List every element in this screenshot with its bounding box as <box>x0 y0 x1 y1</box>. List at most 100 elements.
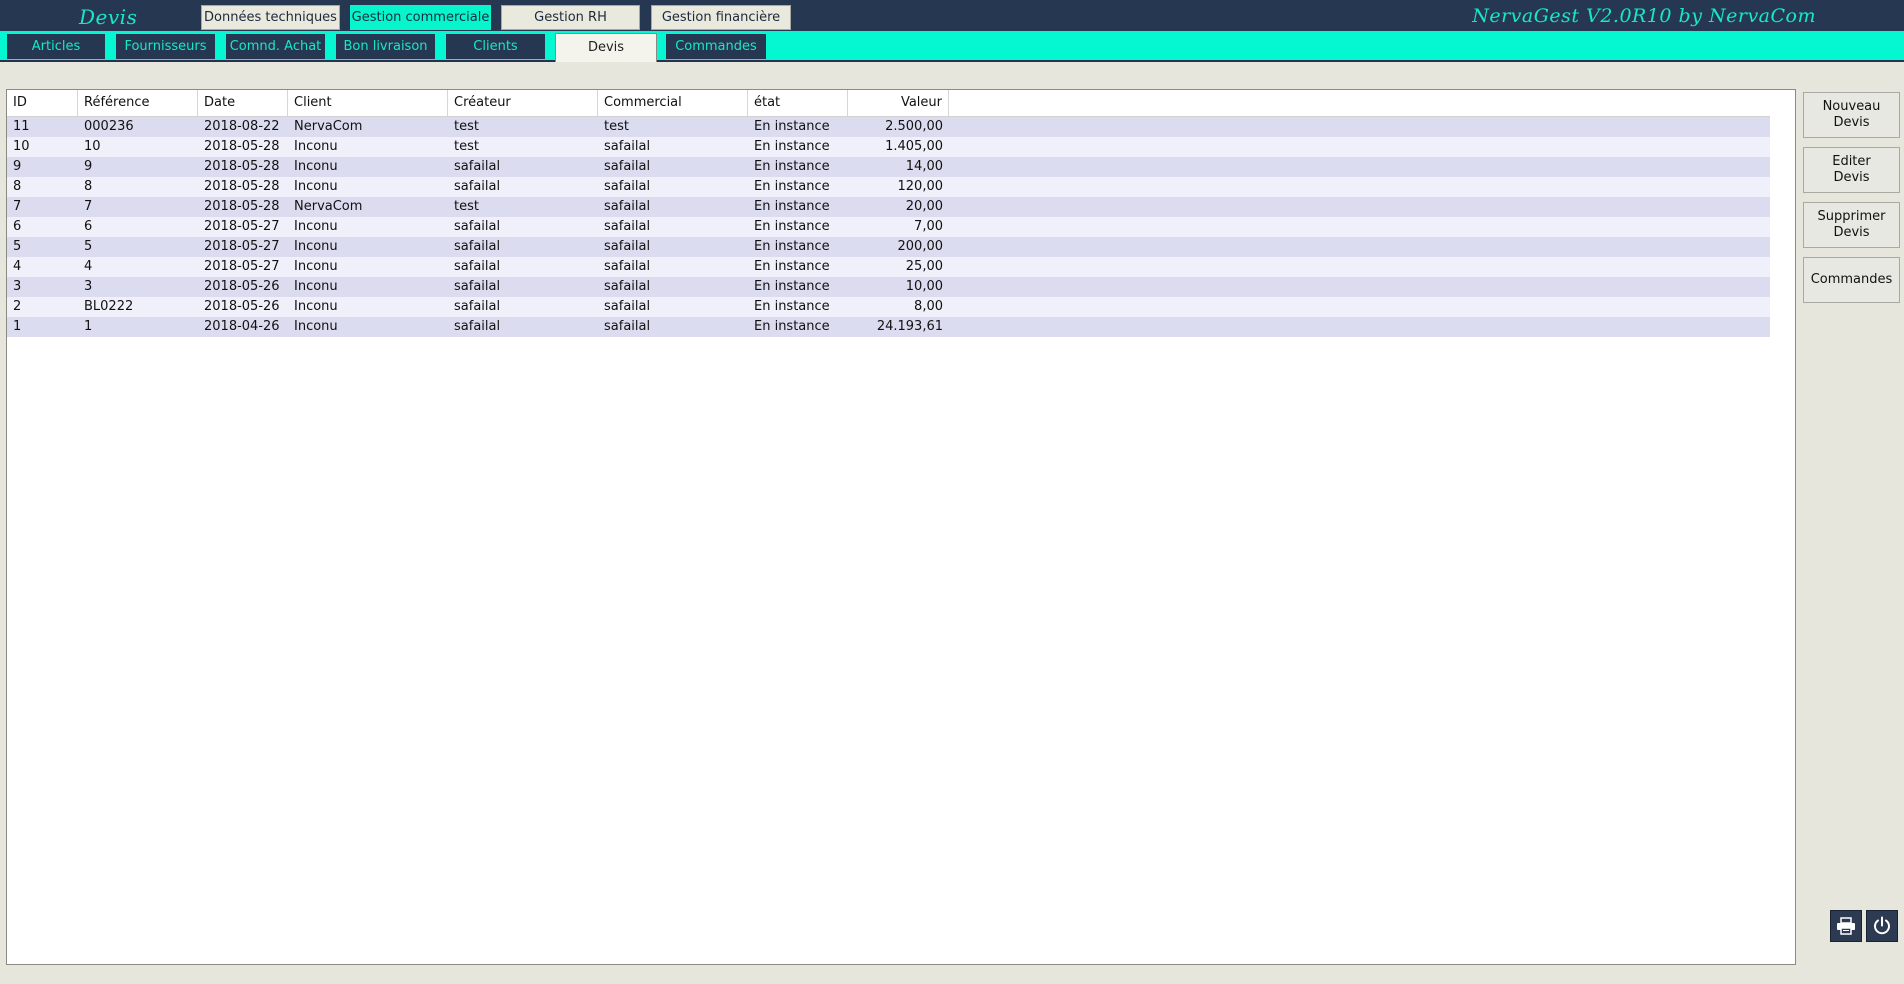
table-row[interactable]: 10 10 2018-05-28 Inconu test safailal En insta… <box>7 137 1770 157</box>
cell-id: 3 <box>13 279 22 294</box>
cell-etat: En instance <box>754 159 830 174</box>
cell-reference: 6 <box>84 219 93 234</box>
cell-createur: test <box>454 139 479 154</box>
cell-commercial: safailal <box>604 179 651 194</box>
column-header-client[interactable]: Client <box>288 90 448 116</box>
cell-id: 6 <box>13 219 22 234</box>
subtab-articles[interactable]: Articles <box>7 34 105 59</box>
cell-client: Inconu <box>294 219 338 234</box>
orders-button[interactable]: Commandes <box>1803 257 1900 303</box>
table-header: ID Référence Date Client Créateur Commer… <box>7 90 1770 117</box>
cell-commercial: safailal <box>604 219 651 234</box>
cell-reference: BL0222 <box>84 299 134 314</box>
table-row[interactable]: 7 7 2018-05-28 NervaCom test safailal En insta… <box>7 197 1770 217</box>
app-brand: NervaGest V2.0R10 by NervaCom <box>1472 5 1816 27</box>
cell-commercial: safailal <box>604 319 651 334</box>
table-row[interactable]: 11 000236 2018-08-22 NervaCom test test En ins… <box>7 117 1770 137</box>
cell-date: 2018-04-26 <box>204 319 280 334</box>
cell-date: 2018-05-28 <box>204 159 280 174</box>
cell-date: 2018-05-26 <box>204 299 280 314</box>
subtab-commandes[interactable]: Commandes <box>666 34 766 59</box>
column-header-valeur[interactable]: Valeur <box>848 90 949 116</box>
cell-commercial: safailal <box>604 239 651 254</box>
sub-navigation-bar: Articles Fournisseurs Comnd. Achat Bon l… <box>0 31 1904 62</box>
cell-reference: 000236 <box>84 119 134 134</box>
quotes-table-panel: ID Référence Date Client Créateur Commer… <box>6 89 1796 965</box>
cell-valeur: 7,00 <box>914 219 943 234</box>
table-row[interactable]: 9 9 2018-05-28 Inconu safailal safailal En ins… <box>7 157 1770 177</box>
table-row[interactable]: 6 6 2018-05-27 Inconu safailal safailal En ins… <box>7 217 1770 237</box>
cell-etat: En instance <box>754 299 830 314</box>
tab-donnees-techniques[interactable]: Données techniques <box>201 5 340 30</box>
cell-id: 2 <box>13 299 22 314</box>
cell-createur: safailal <box>454 259 501 274</box>
cell-etat: En instance <box>754 279 830 294</box>
cell-client: Inconu <box>294 159 338 174</box>
subtab-bon-livraison[interactable]: Bon livraison <box>336 34 435 59</box>
cell-date: 2018-05-27 <box>204 259 280 274</box>
table-body: 11 000236 2018-08-22 NervaCom test test En ins… <box>7 117 1770 337</box>
table-row[interactable]: 8 8 2018-05-28 Inconu safailal safailal En ins… <box>7 177 1770 197</box>
power-button[interactable] <box>1866 910 1898 942</box>
cell-reference: 8 <box>84 179 93 194</box>
column-header-date[interactable]: Date <box>198 90 288 116</box>
table-row[interactable]: 3 3 2018-05-26 Inconu safailal safailal En ins… <box>7 277 1770 297</box>
cell-createur: test <box>454 119 479 134</box>
subtab-devis[interactable]: Devis <box>555 33 657 62</box>
subtab-fournisseurs[interactable]: Fournisseurs <box>116 34 215 59</box>
column-header-createur[interactable]: Créateur <box>448 90 598 116</box>
top-navigation-bar: Devis Données techniques Gestion commerc… <box>0 0 1904 32</box>
cell-createur: safailal <box>454 299 501 314</box>
cell-commercial: test <box>604 119 629 134</box>
delete-quote-button[interactable]: Supprimer Devis <box>1803 202 1900 248</box>
cell-etat: En instance <box>754 139 830 154</box>
cell-createur: safailal <box>454 239 501 254</box>
cell-id: 7 <box>13 199 22 214</box>
cell-id: 5 <box>13 239 22 254</box>
subtab-clients[interactable]: Clients <box>446 34 545 59</box>
cell-valeur: 25,00 <box>905 259 943 274</box>
cell-valeur: 120,00 <box>897 179 944 194</box>
power-icon <box>1874 916 1890 935</box>
cell-date: 2018-05-28 <box>204 179 280 194</box>
column-header-etat[interactable]: état <box>748 90 848 116</box>
cell-valeur: 1.405,00 <box>885 139 943 154</box>
cell-reference: 5 <box>84 239 93 254</box>
cell-date: 2018-05-28 <box>204 139 280 154</box>
cell-id: 10 <box>13 139 30 154</box>
new-quote-button[interactable]: Nouveau Devis <box>1803 92 1900 138</box>
cell-valeur: 24.193,61 <box>876 319 943 334</box>
subtab-comnd-achat[interactable]: Comnd. Achat <box>226 34 325 59</box>
cell-date: 2018-05-27 <box>204 239 280 254</box>
cell-reference: 3 <box>84 279 93 294</box>
cell-valeur: 20,00 <box>905 199 943 214</box>
cell-commercial: safailal <box>604 279 651 294</box>
cell-client: Inconu <box>294 239 338 254</box>
column-header-id[interactable]: ID <box>7 90 78 116</box>
edit-quote-button[interactable]: Editer Devis <box>1803 147 1900 193</box>
print-button[interactable] <box>1830 910 1862 942</box>
cell-etat: En instance <box>754 239 830 254</box>
cell-date: 2018-05-27 <box>204 219 280 234</box>
cell-etat: En instance <box>754 319 830 334</box>
cell-id: 4 <box>13 259 22 274</box>
cell-commercial: safailal <box>604 259 651 274</box>
tab-gestion-financiere[interactable]: Gestion financière <box>651 5 791 30</box>
cell-client: NervaCom <box>294 199 363 214</box>
cell-valeur: 14,00 <box>905 159 943 174</box>
column-header-reference[interactable]: Référence <box>78 90 198 116</box>
cell-id: 11 <box>13 119 30 134</box>
cell-createur: safailal <box>454 319 501 334</box>
column-header-commercial[interactable]: Commercial <box>598 90 748 116</box>
table-row[interactable]: 4 4 2018-05-27 Inconu safailal safailal En ins… <box>7 257 1770 277</box>
cell-client: Inconu <box>294 259 338 274</box>
tab-gestion-rh[interactable]: Gestion RH <box>501 5 640 30</box>
cell-valeur: 10,00 <box>905 279 943 294</box>
cell-createur: safailal <box>454 219 501 234</box>
table-row[interactable]: 5 5 2018-05-27 Inconu safailal safailal En ins… <box>7 237 1770 257</box>
tab-gestion-commerciale[interactable]: Gestion commerciale <box>350 5 491 30</box>
cell-commercial: safailal <box>604 139 651 154</box>
table-row[interactable]: 1 1 2018-04-26 Inconu safailal safailal En ins… <box>7 317 1770 337</box>
cell-client: Inconu <box>294 279 338 294</box>
table-row[interactable]: 2 BL0222 2018-05-26 Inconu safailal safailal E… <box>7 297 1770 317</box>
